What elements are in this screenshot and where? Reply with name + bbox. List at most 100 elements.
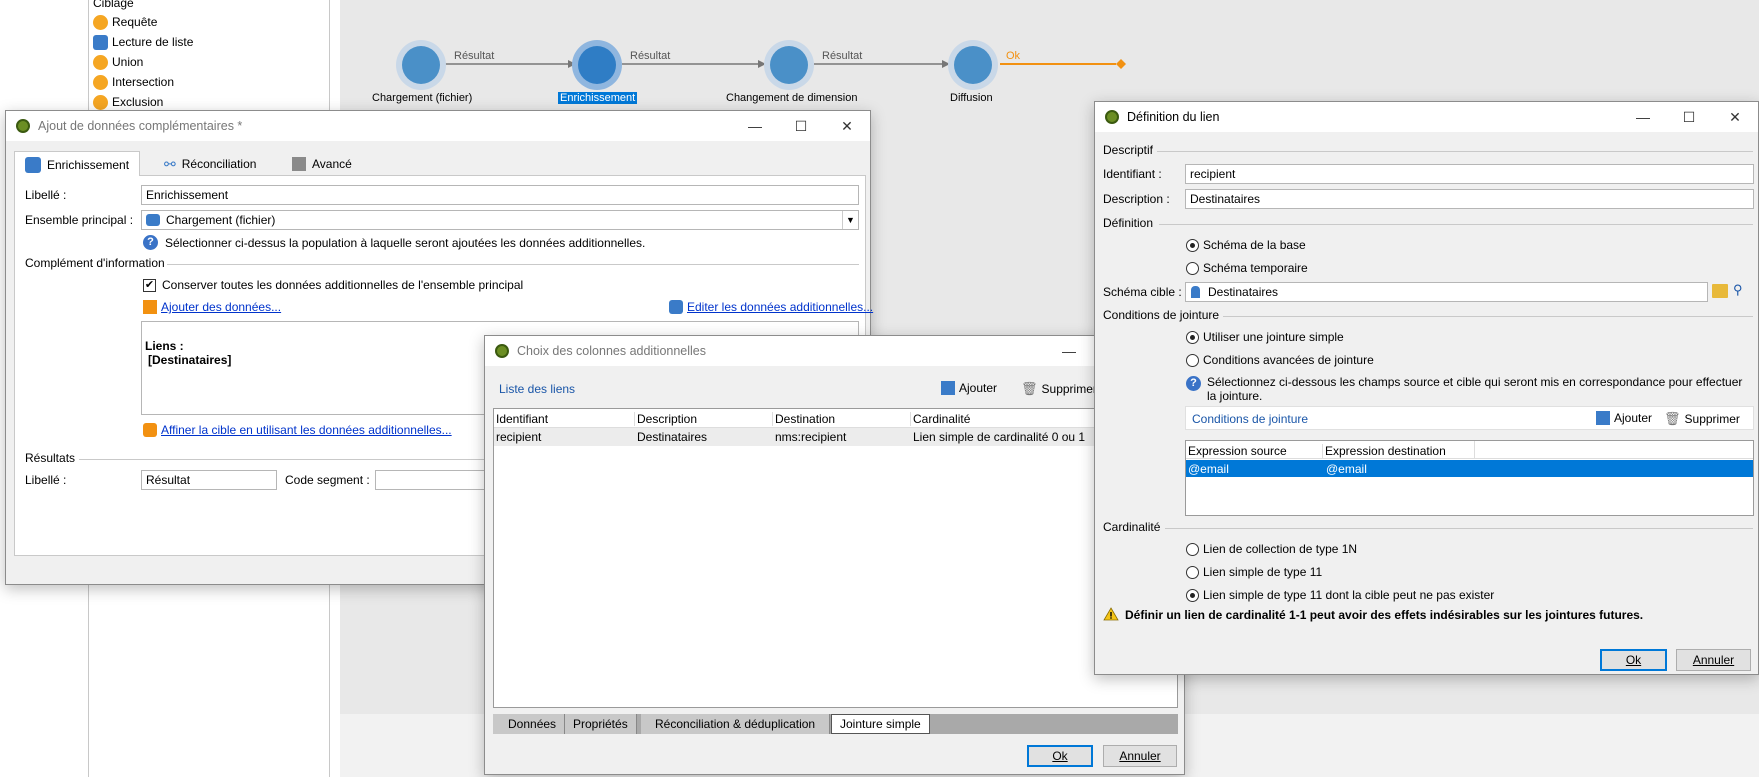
radio-base-schema[interactable] [1186, 239, 1199, 252]
tab-simple-join[interactable]: Jointure simple [831, 714, 930, 734]
divider [1223, 316, 1753, 317]
palette-item-union[interactable]: Union [93, 53, 143, 71]
radio-collection-1n[interactable] [1186, 543, 1199, 556]
links-list-title: Liste des liens [499, 382, 576, 396]
maximize-button[interactable]: ☐ [778, 111, 824, 141]
edit-data-icon [669, 300, 683, 314]
segment-input[interactable] [375, 470, 495, 490]
column-header[interactable]: Cardinalité [910, 412, 970, 426]
link-icon: ⚯ [164, 155, 176, 172]
refine-action[interactable]: Affiner la cible en utilisant les donnée… [143, 423, 452, 437]
advanced-join-label: Conditions avancées de jointure [1203, 353, 1374, 367]
palette-item-intersection[interactable]: Intersection [93, 73, 174, 91]
simple-11-label: Lien simple de type 11 [1203, 565, 1323, 579]
app-icon [495, 344, 509, 358]
add-icon [941, 381, 955, 395]
bottom-tab-strip: Données Propriétés Réconciliation & dédu… [493, 714, 1178, 734]
delete-link-button[interactable]: 🗑 Supprimer [1021, 381, 1097, 397]
delete-join-button[interactable]: 🗑 Supprimer [1664, 411, 1740, 427]
radio-temp-schema[interactable] [1186, 262, 1199, 275]
edge-label-ok: Ok [1006, 50, 1021, 62]
enrichment-icon [25, 156, 41, 173]
edit-data-link[interactable]: Editer les données additionnelles... [687, 300, 873, 314]
node-delivery[interactable] [948, 40, 998, 90]
table-row[interactable]: recipient Destinataires nms:recipient Li… [494, 428, 1177, 446]
folder-icon[interactable] [1712, 284, 1728, 298]
target-schema-input[interactable]: Destinataires [1185, 282, 1708, 302]
cancel-button[interactable]: Annuler [1676, 649, 1751, 671]
libelle-input[interactable]: Enrichissement [141, 185, 859, 205]
add-data-link[interactable]: Ajouter des données... [161, 300, 281, 314]
warning-text: Définir un lien de cardinalité 1-1 peut … [1125, 608, 1644, 622]
divider [1165, 528, 1753, 529]
join-help-text: Sélectionnez ci-dessous les champs sourc… [1207, 375, 1743, 403]
column-header[interactable]: Identifiant [496, 412, 548, 426]
search-icon[interactable]: ⚲ [1733, 282, 1743, 298]
intersection-icon [93, 74, 108, 90]
divider [1157, 151, 1753, 152]
window-title: Choix des colonnes additionnelles [517, 344, 707, 358]
description-input[interactable]: Destinataires [1185, 189, 1754, 209]
add-data-action[interactable]: Ajouter des données... [143, 300, 281, 314]
palette-header: Ciblage [93, 0, 134, 10]
result-label: Libellé : [25, 473, 67, 487]
tab-data[interactable]: Données [493, 714, 566, 734]
join-conditions-grid: Expression source Expression destination… [1185, 440, 1754, 516]
radio-simple-11[interactable] [1186, 566, 1199, 579]
tab-advanced[interactable]: Avancé [282, 152, 362, 176]
main-set-label: Ensemble principal : [25, 213, 134, 227]
tab-enrichment[interactable]: Enrichissement [14, 151, 141, 177]
tab-properties[interactable]: Propriétés [565, 714, 637, 734]
column-header[interactable]: Description [634, 412, 697, 426]
descriptive-section: Descriptif [1103, 143, 1154, 157]
palette-item-query[interactable]: Requête [93, 13, 157, 31]
close-button[interactable]: ✕ [1712, 102, 1758, 132]
column-header[interactable]: Expression destination [1322, 444, 1446, 458]
link-dialog-titlebar[interactable]: Définition du lien — ☐ ✕ [1095, 102, 1758, 132]
cell-destination: @email [1326, 462, 1367, 476]
add-link-button[interactable]: Ajouter [941, 381, 997, 395]
minimize-button[interactable]: — [732, 111, 778, 141]
edge-label: Résultat [454, 50, 495, 62]
minimize-button[interactable]: — [1620, 102, 1666, 132]
node-loading-file[interactable] [396, 40, 446, 90]
chevron-down-icon[interactable]: ▼ [842, 211, 858, 229]
keep-data-checkbox[interactable]: ✔ [143, 279, 156, 292]
identifier-input[interactable]: recipient [1185, 164, 1754, 184]
cell-destination: nms:recipient [775, 430, 847, 444]
target-schema-label: Schéma cible : [1103, 285, 1182, 299]
main-set-select[interactable]: Chargement (fichier) ▼ [141, 210, 859, 230]
minimize-button[interactable]: — [1046, 336, 1092, 366]
palette-item-list-read[interactable]: Lecture de liste [93, 33, 193, 51]
help-text: Sélectionner ci-dessus la population à l… [165, 236, 646, 250]
definition-section: Définition [1103, 216, 1154, 230]
close-button[interactable]: ✕ [824, 111, 870, 141]
tab-strip: Enrichissement ⚯ Réconciliation Avancé [14, 149, 866, 177]
enrichment-dialog-titlebar[interactable]: Ajout de données complémentaires * — ☐ ✕ [6, 111, 870, 141]
ok-button[interactable]: Ok [1027, 745, 1093, 767]
table-row-selected[interactable]: @email @email [1186, 460, 1753, 477]
tab-reconciliation-dedup[interactable]: Réconciliation & déduplication [641, 714, 831, 734]
join-list-title: Conditions de jointure [1192, 412, 1309, 426]
radio-simple-11-optional[interactable] [1186, 589, 1199, 602]
ok-button[interactable]: Ok [1600, 649, 1667, 671]
column-header[interactable]: Destination [772, 412, 835, 426]
tab-reconciliation[interactable]: ⚯ Réconciliation [154, 152, 266, 176]
maximize-button[interactable]: ☐ [1666, 102, 1712, 132]
radio-advanced-join[interactable] [1186, 354, 1199, 367]
edit-data-action[interactable]: Editer les données additionnelles... [669, 300, 873, 314]
node-enrichment[interactable] [572, 40, 622, 90]
add-join-button[interactable]: Ajouter [1596, 411, 1652, 425]
columns-dialog-titlebar[interactable]: Choix des colonnes additionnelles — [485, 336, 1184, 366]
node-dimension-change[interactable] [764, 40, 814, 90]
column-header[interactable]: Expression source [1188, 444, 1287, 458]
cell-source: @email [1188, 462, 1229, 476]
edge-label: Résultat [822, 50, 863, 62]
keep-data-label: Conserver toutes les données additionnel… [162, 278, 524, 292]
refine-link[interactable]: Affiner la cible en utilisant les donnée… [161, 423, 452, 437]
result-input[interactable]: Résultat [141, 470, 277, 490]
list-read-icon [93, 34, 108, 50]
cancel-button[interactable]: Annuler [1103, 745, 1177, 767]
radio-simple-join[interactable] [1186, 331, 1199, 344]
palette-item-exclusion[interactable]: Exclusion [93, 93, 163, 111]
